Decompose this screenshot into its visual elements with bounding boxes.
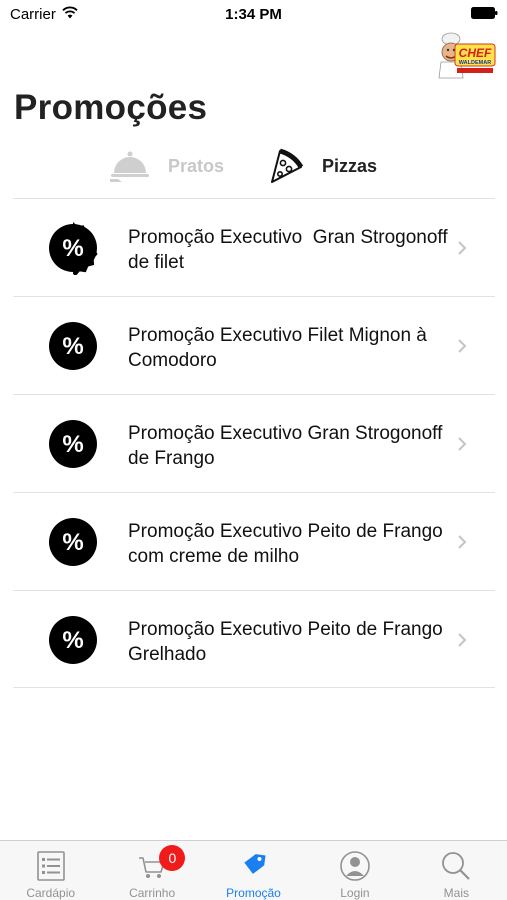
tag-icon (243, 854, 266, 874)
user-icon (340, 851, 370, 881)
svg-text:%: % (62, 627, 83, 654)
promotion-name: Promoção Executivo Filet Mignon à Comodo… (128, 325, 433, 371)
list-item[interactable]: % Promoção Executivo Gran Strogonoff de … (13, 394, 495, 492)
svg-text:%: % (62, 235, 83, 262)
tab-pratos-label: Pratos (168, 155, 225, 176)
tab-bar: Cardápio 0 Carrinho Promoção Login Mais (0, 840, 507, 900)
menu-list-icon (36, 851, 65, 881)
percent-badge-icon: % (49, 420, 97, 468)
tab-bar-login[interactable]: Login (304, 841, 405, 900)
search-icon (442, 852, 471, 880)
tab-bar-mais[interactable]: Mais (406, 841, 507, 900)
tab-bar-promocao[interactable]: Promoção (203, 841, 304, 900)
promotion-name: Promoção Executivo Peito de Frango com c… (128, 521, 449, 567)
pizza-slice-icon (271, 148, 304, 183)
list-item[interactable]: % Promoção Executivo Filet Mignon à Como… (13, 296, 495, 394)
tab-pizzas-label: Pizzas (322, 155, 378, 176)
svg-text:%: % (62, 333, 83, 360)
list-item[interactable]: % Promoção Executivo Peito de Frango Gre… (13, 590, 495, 688)
percent-badge-icon: % (49, 322, 97, 370)
promotion-name: Promoção Executivo Gran Strogonoff de fi… (128, 227, 453, 273)
percent-badge-icon: % (49, 518, 97, 566)
promotion-name: Promoção Executivo Peito de Frango Grelh… (128, 619, 449, 665)
promotions-list: % Promoção Executivo Gran Strogonoff de … (13, 198, 495, 688)
status-time: 1:34 PM (225, 6, 282, 23)
chevron-right-icon (458, 241, 467, 255)
chevron-right-icon (458, 339, 467, 353)
chevron-right-icon (458, 437, 467, 451)
chevron-right-icon (458, 535, 467, 549)
status-bar: Carrier 1:34 PM (0, 0, 507, 28)
tab-bar-login-label: Login (340, 886, 370, 900)
svg-text:%: % (62, 431, 83, 458)
chevron-right-icon (458, 633, 467, 647)
tab-bar-cardapio-label: Cardápio (26, 886, 76, 900)
list-item[interactable]: % Promoção Executivo Peito de Frango com… (13, 492, 495, 590)
list-item[interactable]: % Promoção Executivo Gran Strogonoff de … (13, 198, 495, 296)
tab-bar-promocao-label: Promoção (226, 886, 281, 900)
tab-bar-carrinho[interactable]: 0 Carrinho (101, 841, 202, 900)
page-title: Promoções (14, 88, 208, 127)
percent-badge-icon: % (49, 222, 98, 275)
percent-badge-icon: % (49, 616, 97, 664)
svg-text:%: % (62, 529, 83, 556)
tab-pizzas[interactable]: Pizzas (268, 146, 377, 186)
tab-bar-mais-label: Mais (443, 886, 469, 900)
cart-count-badge: 0 (159, 845, 186, 871)
chef-logo: CHEF WALDEMAR (438, 32, 496, 79)
tab-pratos[interactable]: Pratos (108, 146, 224, 186)
tab-bar-cardapio[interactable]: Cardápio (0, 841, 101, 900)
logo-text-bottom: WALDEMAR (459, 60, 491, 66)
promotion-name: Promoção Executivo Gran Strogonoff de Fr… (128, 423, 448, 469)
cloche-icon (110, 151, 149, 182)
battery-icon (471, 7, 498, 19)
logo-text-top: CHEF (459, 46, 492, 60)
tab-bar-carrinho-label: Carrinho (129, 886, 176, 900)
